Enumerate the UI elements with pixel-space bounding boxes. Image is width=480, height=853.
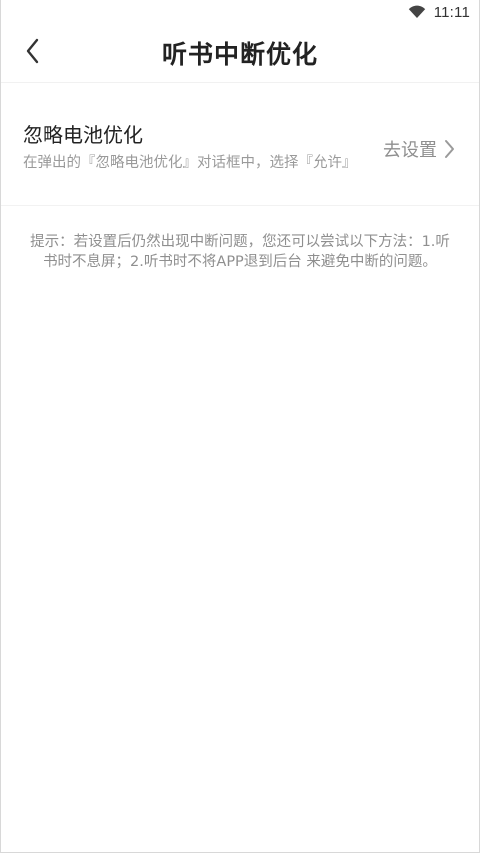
go-settings-button[interactable]: 去设置 <box>383 136 455 162</box>
chevron-left-icon <box>24 37 42 69</box>
wifi-icon <box>408 5 426 19</box>
ignore-battery-optimization-row[interactable]: 忽略电池优化 在弹出的『忽略电池优化』对话框中，选择『允许』 去设置 <box>1 83 479 206</box>
back-button[interactable] <box>19 38 47 68</box>
setting-text-group: 忽略电池优化 在弹出的『忽略电池优化』对话框中，选择『允许』 <box>23 119 365 173</box>
setting-title: 忽略电池优化 <box>23 123 143 147</box>
page-title: 听书中断优化 <box>161 40 318 69</box>
setting-description: 在弹出的『忽略电池优化』对话框中，选择『允许』 <box>23 155 357 171</box>
top-bar: 听书中断优化 <box>1 24 479 83</box>
status-time: 11:11 <box>433 3 470 21</box>
go-settings-label: 去设置 <box>383 140 437 161</box>
chevron-right-icon <box>443 139 455 159</box>
status-bar: 11:11 <box>1 0 479 24</box>
tips-text: 提示：若设置后仍然出现中断问题，您还可以尝试以下方法：1.听书时不息屏；2.听书… <box>30 234 450 270</box>
app-screen: 11:11 听书中断优化 忽略电池优化 在弹出的『忽略电池优化』对话框中，选择『… <box>0 0 480 853</box>
